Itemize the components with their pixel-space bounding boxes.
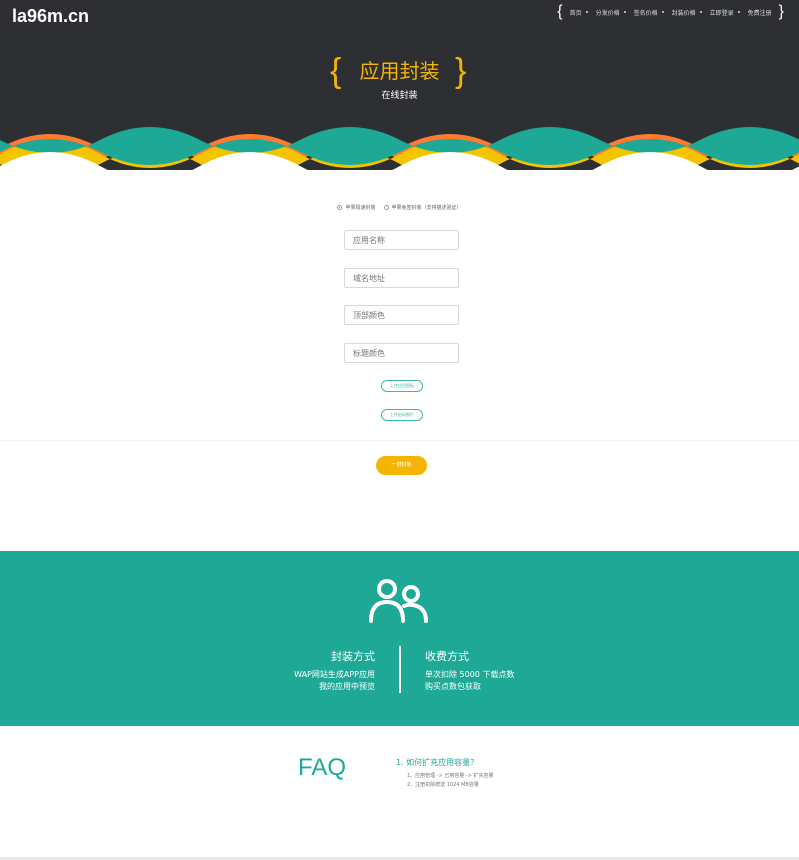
- users-icon: [369, 579, 428, 623]
- site-logo[interactable]: la96m.cn: [12, 6, 89, 27]
- one-click-package-button[interactable]: 一键封装: [376, 456, 427, 475]
- nav-item-distribution-price[interactable]: 分发价格: [596, 8, 626, 17]
- pricing-method-title: 收费方式: [425, 650, 469, 663]
- top-navigation: { 首页 分发价格 签名价格 封装价格 立即登录 免费注册 }: [554, 4, 787, 20]
- app-name-input[interactable]: [344, 230, 459, 250]
- page-title: 应用封装: [359, 59, 440, 83]
- nav-item-login[interactable]: 立即登录: [710, 8, 740, 17]
- nav-item-packaging-price[interactable]: 封装价格: [672, 8, 702, 17]
- nav-brace-left: {: [557, 3, 563, 20]
- page-subtitle: 在线封装: [381, 91, 418, 101]
- package-method-line-2: 我的应用中预览: [319, 682, 375, 691]
- title-color-input[interactable]: [344, 343, 459, 363]
- top-color-input[interactable]: [344, 305, 459, 325]
- upload-splash-button[interactable]: 上传启动图片: [381, 409, 423, 421]
- nav-brace-right: }: [778, 3, 784, 20]
- domain-input[interactable]: [344, 268, 459, 288]
- nav-item-home[interactable]: 首页: [570, 8, 588, 17]
- pricing-method-line-1: 单次扣除 5000 下载点数: [425, 670, 515, 679]
- faq-answer-2: 2、注册扣除赠送 1024 MB容量: [407, 782, 479, 788]
- faq-answer-1: 1、应用管理 -> 已用容量 -> 扩充容量: [407, 773, 494, 779]
- radio-fast-package[interactable]: 苹果极速封装: [337, 204, 376, 211]
- nav-item-register[interactable]: 免费注册: [748, 8, 772, 17]
- upload-icon-button[interactable]: 上传应用图标: [381, 380, 423, 392]
- package-method-title: 封装方式: [331, 650, 375, 663]
- package-method-line-1: WAP网站生成APP应用: [294, 670, 375, 679]
- faq-question: 1. 如何扩充应用容量？: [396, 758, 479, 767]
- form-divider: [0, 440, 799, 441]
- nav-item-signature-price[interactable]: 签名价格: [634, 8, 664, 17]
- package-mode-options: 苹果极速封装 苹果免签封装（支持描述验证）: [0, 204, 799, 211]
- radio-circle: [383, 205, 389, 210]
- pricing-method-line-2: 购买点数包获取: [425, 682, 481, 691]
- info-divider: [399, 646, 401, 693]
- wave-decoration: [0, 127, 799, 190]
- radio-free-sign-package[interactable]: 苹果免签封装（支持描述验证）: [383, 204, 462, 211]
- faq-title: FAQ: [298, 754, 347, 781]
- radio-circle-checked: [337, 205, 343, 210]
- hero-brace-right: }: [455, 52, 467, 90]
